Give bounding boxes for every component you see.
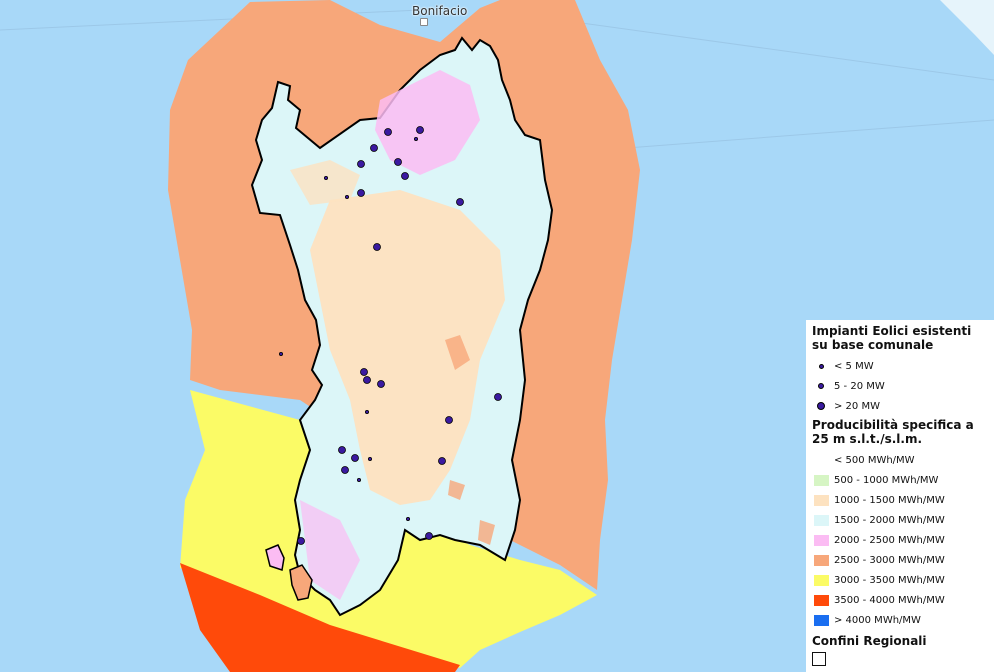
class-swatch — [813, 494, 829, 506]
plant-large — [357, 160, 365, 168]
plant-small — [344, 194, 349, 199]
legend-title-regional-borders: Confini Regionali — [812, 634, 927, 648]
legend-row-plant-small: < 5 MW — [812, 356, 990, 376]
plant-large — [297, 537, 305, 545]
legend-row-class: 2000 - 2500 MWh/MW — [812, 530, 990, 550]
plant-large — [341, 466, 349, 474]
legend-row-class: 1500 - 2000 MWh/MW — [812, 510, 990, 530]
plant-large — [384, 128, 392, 136]
class-swatch — [813, 474, 829, 486]
plant-large — [401, 172, 409, 180]
legend-row-class: > 4000 MWh/MW — [812, 610, 990, 630]
town-marker — [420, 18, 428, 26]
map-legend: Impianti Eolici esistenti su base comuna… — [806, 320, 994, 672]
class-swatch — [813, 594, 829, 606]
plant-small — [356, 477, 361, 482]
legend-label: 2500 - 3000 MWh/MW — [834, 554, 945, 566]
legend-label: 3500 - 4000 MWh/MW — [834, 594, 945, 606]
class-swatch — [813, 614, 829, 626]
plant-large — [351, 454, 359, 462]
plant-large — [494, 393, 502, 401]
plant-small — [278, 351, 283, 356]
plant-large — [416, 126, 424, 134]
plant-small — [405, 517, 410, 522]
legend-label: 1500 - 2000 MWh/MW — [834, 514, 945, 526]
plant-large — [370, 144, 378, 152]
plant-large — [394, 158, 402, 166]
plant-medium-icon — [818, 383, 824, 389]
legend-label: 3000 - 3500 MWh/MW — [834, 574, 945, 586]
plant-small — [364, 409, 369, 414]
legend-label: > 4000 MWh/MW — [834, 614, 921, 626]
plant-large — [445, 416, 453, 424]
class-swatch — [813, 534, 829, 546]
legend-row-plant-large: > 20 MW — [812, 396, 990, 416]
legend-row-class: 1000 - 1500 MWh/MW — [812, 490, 990, 510]
legend-row-class: 500 - 1000 MWh/MW — [812, 470, 990, 490]
legend-label: 1000 - 1500 MWh/MW — [834, 494, 945, 506]
plant-large — [338, 446, 346, 454]
plant-large — [456, 198, 464, 206]
plant-small — [323, 175, 328, 180]
class-swatch — [813, 514, 829, 526]
plant-large-icon — [817, 402, 825, 410]
legend-label: 5 - 20 MW — [834, 380, 885, 392]
plant-large — [425, 532, 433, 540]
plant-large — [377, 380, 385, 388]
plant-small — [413, 136, 418, 141]
plant-large — [363, 376, 371, 384]
legend-label: > 20 MW — [834, 400, 880, 412]
legend-row-class: 3500 - 4000 MWh/MW — [812, 590, 990, 610]
plant-small-icon — [818, 363, 824, 369]
plant-large — [438, 457, 446, 465]
regional-border-swatch — [812, 652, 826, 666]
legend-label: < 5 MW — [834, 360, 874, 372]
plant-large — [360, 368, 368, 376]
legend-row-plant-medium: 5 - 20 MW — [812, 376, 990, 396]
legend-title-wind-plants: Impianti Eolici esistenti su base comuna… — [812, 324, 972, 352]
legend-label: 2000 - 2500 MWh/MW — [834, 534, 945, 546]
legend-label: < 500 MWh/MW — [834, 454, 915, 466]
class-swatch — [813, 574, 829, 586]
plant-large — [357, 189, 365, 197]
plant-large — [373, 243, 381, 251]
plant-small — [367, 456, 372, 461]
legend-row-class: 3000 - 3500 MWh/MW — [812, 570, 990, 590]
legend-title-producibility: Producibilità specifica a 25 m s.l.t./s.… — [812, 418, 974, 446]
legend-classes: < 500 MWh/MW 500 - 1000 MWh/MW 1000 - 1500… — [812, 450, 990, 630]
class-swatch — [813, 554, 829, 566]
legend-row-class: < 500 MWh/MW — [812, 450, 990, 470]
legend-label: 500 - 1000 MWh/MW — [834, 474, 939, 486]
place-label-bonifacio: Bonifacio — [412, 4, 468, 18]
class-swatch — [813, 454, 829, 466]
legend-row-class: 2500 - 3000 MWh/MW — [812, 550, 990, 570]
